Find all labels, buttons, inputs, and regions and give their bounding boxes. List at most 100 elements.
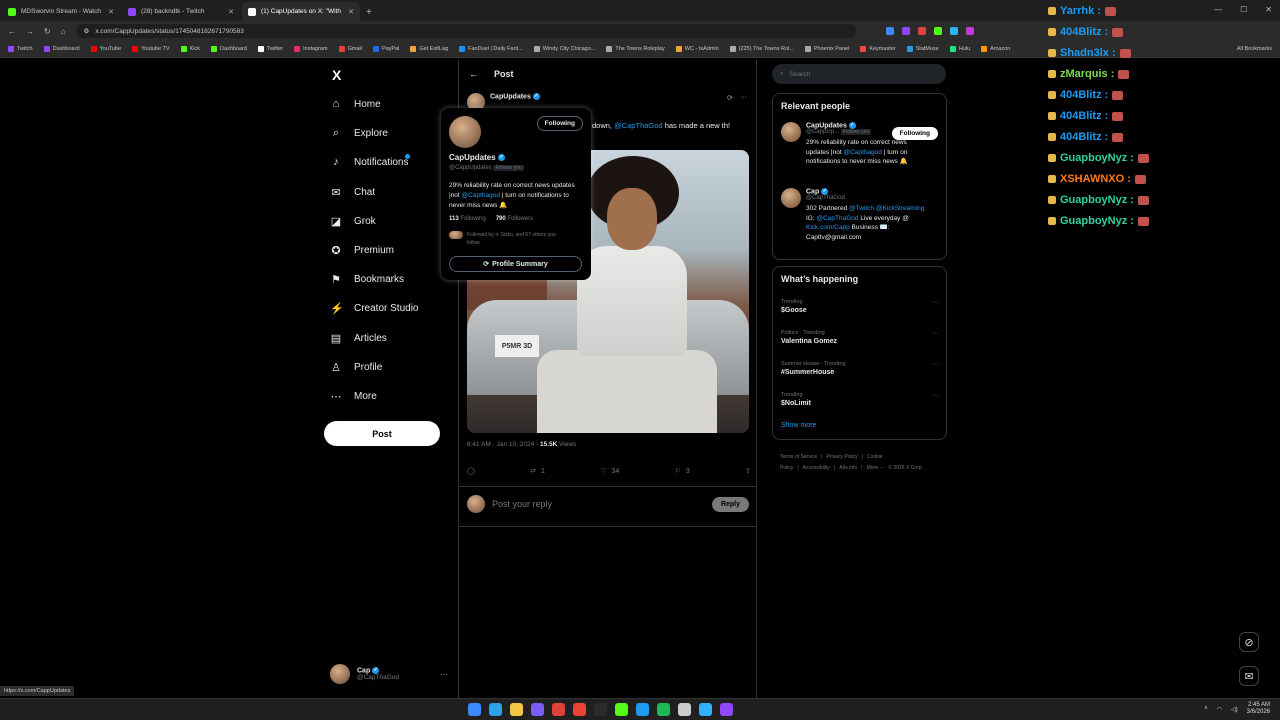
- author-name[interactable]: CapUpdates ✓: [490, 93, 540, 100]
- nav-item-articles[interactable]: ▤ Articles: [330, 332, 387, 345]
- following-count[interactable]: 113 Following: [449, 216, 486, 222]
- bookmark-item[interactable]: YouTube: [90, 46, 121, 52]
- reply-composer[interactable]: Post your reply Reply: [467, 495, 749, 513]
- url-field[interactable]: ⚙ x.com/CappUpdates/status/1745048182671…: [75, 24, 856, 38]
- taskbar-app-icon[interactable]: [678, 703, 691, 716]
- taskbar-app-icon[interactable]: [615, 703, 628, 716]
- hover-name[interactable]: CapUpdates ✓: [449, 153, 505, 162]
- taskbar-app-icon[interactable]: [573, 703, 586, 716]
- nav-item-profile[interactable]: ♙ Profile: [330, 361, 382, 374]
- account-switcher[interactable]: Cap ✓ @CapThaGod ···: [330, 664, 448, 684]
- tray-chevron-icon[interactable]: ˄: [1204, 706, 1208, 712]
- bookmark-item[interactable]: WC - txAdmin: [675, 46, 719, 52]
- taskbar-app-icon[interactable]: [468, 703, 481, 716]
- more-options-icon[interactable]: ···: [740, 94, 747, 101]
- post-button[interactable]: Post: [324, 421, 440, 446]
- share-action[interactable]: ⇧: [745, 467, 751, 475]
- trend-item[interactable]: Trending $Goose ···: [781, 299, 939, 314]
- taskbar-app-icon[interactable]: [489, 703, 502, 716]
- trend-item[interactable]: Summer House · Trending #SummerHouse ···: [781, 361, 939, 376]
- taskbar-app-icon[interactable]: [636, 703, 649, 716]
- bookmark-item[interactable]: (225) The Towns Rol...: [729, 46, 794, 52]
- bookmark-action[interactable]: ⚐ 3: [675, 467, 690, 476]
- browser-tab[interactable]: (28) backndtk - Twitch ✕: [122, 2, 240, 21]
- bookmark-item[interactable]: Twitter: [257, 46, 283, 52]
- footer-link[interactable]: Terms of Service: [780, 454, 817, 460]
- more-options-icon[interactable]: ···: [932, 361, 939, 368]
- search-input[interactable]: ⌕ Search: [772, 64, 946, 84]
- nav-item-grok[interactable]: ◪ Grok: [330, 215, 376, 228]
- bookmark-item[interactable]: Dashboard: [43, 46, 80, 52]
- bookmark-item[interactable]: Windy City Chicago...: [533, 46, 595, 52]
- following-button[interactable]: Following: [536, 116, 583, 131]
- nav-item-more[interactable]: ⋯ More: [330, 390, 377, 403]
- relevant-person[interactable]: Cap ✓ @CapThaGod 302 Partnered @Twitch @…: [781, 188, 926, 242]
- repost-action[interactable]: ⇄ 1: [530, 467, 545, 476]
- bookmark-item[interactable]: Kick: [180, 46, 200, 52]
- following-button[interactable]: Following: [891, 127, 938, 140]
- bookmark-item[interactable]: Keymaster: [860, 46, 896, 52]
- extension-icon[interactable]: [885, 27, 894, 35]
- reply-input[interactable]: Post your reply: [492, 499, 705, 509]
- reload-icon[interactable]: ↻: [44, 27, 51, 36]
- grok-icon[interactable]: ⊘: [1239, 632, 1259, 652]
- bookmark-item[interactable]: Phoenix Panel: [804, 46, 849, 52]
- back-arrow-icon[interactable]: ←: [469, 69, 478, 79]
- bookmark-item[interactable]: Dashboard: [210, 46, 247, 52]
- close-window-icon[interactable]: ✕: [1265, 5, 1272, 14]
- extension-icon[interactable]: [965, 27, 974, 35]
- reply-action[interactable]: ◯: [467, 467, 475, 475]
- nav-item-chat[interactable]: ✉ Chat: [330, 186, 375, 199]
- clock[interactable]: 2:45 AM 3/6/2026: [1247, 702, 1270, 716]
- taskbar-app-icon[interactable]: [699, 703, 712, 716]
- new-tab-button[interactable]: +: [366, 7, 372, 18]
- reply-button[interactable]: Reply: [711, 496, 749, 512]
- footer-link[interactable]: Accessibility: [803, 465, 830, 471]
- taskbar-app-icon[interactable]: [531, 703, 544, 716]
- followers-count[interactable]: 790 Followers: [496, 216, 533, 222]
- volume-icon[interactable]: ◁): [1231, 706, 1238, 713]
- bookmark-item[interactable]: PayPal: [372, 46, 399, 52]
- bookmark-item[interactable]: Youtube TV: [132, 46, 170, 52]
- trend-item[interactable]: Trending $NoLimit ···: [781, 392, 939, 407]
- nav-item-explore[interactable]: ⌕ Explore: [330, 127, 388, 140]
- more-options-icon[interactable]: ···: [932, 299, 939, 306]
- extension-icon[interactable]: [917, 27, 926, 35]
- taskbar-app-icon[interactable]: [720, 703, 733, 716]
- close-tab-icon[interactable]: ✕: [348, 8, 354, 16]
- bookmark-item[interactable]: Amazon: [981, 46, 1010, 52]
- bookmark-item[interactable]: Twitch: [8, 46, 33, 52]
- mention-link[interactable]: @Capthagod: [462, 192, 500, 199]
- more-options-icon[interactable]: ···: [932, 330, 939, 337]
- bookmark-item[interactable]: Gmail: [338, 46, 362, 52]
- minimize-icon[interactable]: —: [1214, 5, 1222, 14]
- nav-item-notifications[interactable]: ♪ Notifications: [330, 154, 411, 168]
- maximize-icon[interactable]: ☐: [1240, 5, 1247, 14]
- more-options-icon[interactable]: ···: [932, 392, 939, 399]
- close-tab-icon[interactable]: ✕: [108, 8, 114, 16]
- trend-item[interactable]: Politics · Trending Valentina Gomez ···: [781, 330, 939, 345]
- messages-icon[interactable]: ✉: [1239, 666, 1259, 686]
- bookmark-item[interactable]: Instagram: [294, 46, 328, 52]
- extension-icon[interactable]: [949, 27, 958, 35]
- profile-summary-button[interactable]: ⟳ Profile Summary: [449, 256, 582, 272]
- extension-icon[interactable]: [901, 27, 910, 35]
- back-icon[interactable]: ←: [8, 27, 16, 36]
- followed-by[interactable]: Followed by ✈ Sizko, and 67 others you f…: [449, 231, 567, 247]
- home-browser-icon[interactable]: ⌂: [61, 27, 66, 36]
- footer-link[interactable]: Ads info: [839, 465, 857, 471]
- nav-item-bookmarks[interactable]: ⚑ Bookmarks: [330, 273, 404, 286]
- x-logo-icon[interactable]: X: [332, 67, 341, 83]
- browser-tab[interactable]: MDSworvin Stream - Watch Li... ✕: [2, 2, 120, 21]
- bookmark-item[interactable]: FanDuel | Daily Fant...: [459, 46, 523, 52]
- wifi-icon[interactable]: ◠: [1217, 706, 1222, 713]
- like-action[interactable]: ♡ 34: [600, 467, 619, 476]
- forward-icon[interactable]: →: [26, 27, 34, 36]
- show-more-link[interactable]: Show more: [781, 422, 816, 429]
- taskbar-app-icon[interactable]: [510, 703, 523, 716]
- bookmark-item[interactable]: StatMuse: [906, 46, 939, 52]
- site-info-icon[interactable]: ⚙: [84, 27, 90, 35]
- nav-item-premium[interactable]: ✪ Premium: [330, 244, 394, 257]
- close-tab-icon[interactable]: ✕: [228, 8, 234, 16]
- bookmark-item[interactable]: The Towns Roleplay: [606, 46, 665, 52]
